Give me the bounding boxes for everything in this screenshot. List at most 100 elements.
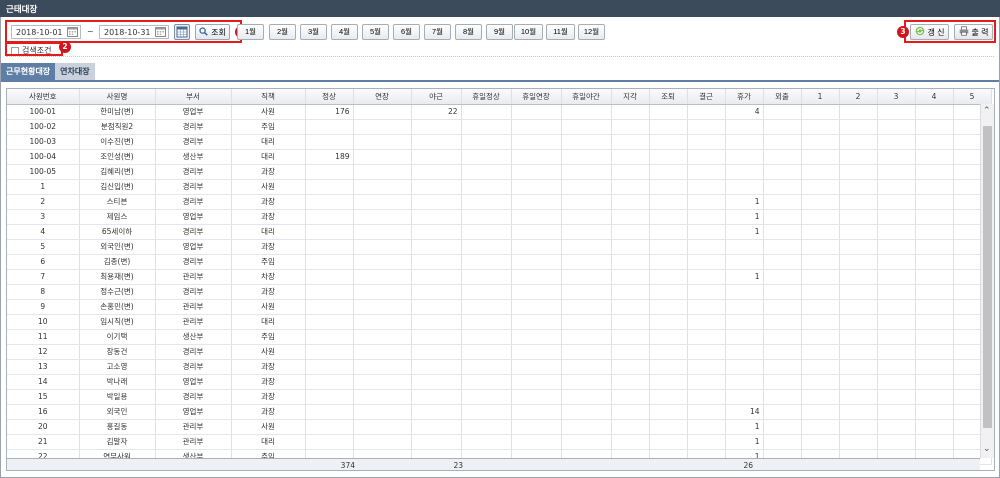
- cell-late[interactable]: [611, 209, 650, 225]
- column-header[interactable]: 결근: [687, 89, 726, 105]
- column-header[interactable]: 조퇴: [649, 89, 688, 105]
- cell-department[interactable]: 경리부: [155, 224, 232, 240]
- cell-night-work[interactable]: [411, 389, 462, 405]
- cell-outing[interactable]: [763, 194, 802, 210]
- cell-night-work[interactable]: [411, 284, 462, 300]
- cell-employee-name[interactable]: 최용재(변): [79, 269, 156, 285]
- cell-employee-no[interactable]: 10: [7, 314, 80, 330]
- cell-vacation[interactable]: 1: [725, 269, 764, 285]
- cell-night-work[interactable]: [411, 344, 462, 360]
- cell-normal-hours[interactable]: [305, 164, 354, 180]
- cell-early-leave[interactable]: [649, 194, 688, 210]
- cell-day-4[interactable]: [915, 329, 954, 345]
- cell-day-4[interactable]: [915, 374, 954, 390]
- cell-day-3[interactable]: [877, 179, 916, 195]
- cell-day-1[interactable]: [801, 389, 840, 405]
- cell-employee-no[interactable]: 7: [7, 269, 80, 285]
- cell-department[interactable]: 경리부: [155, 119, 232, 135]
- cell-night-work[interactable]: [411, 269, 462, 285]
- cell-holiday-normal[interactable]: [461, 179, 512, 195]
- cell-normal-hours[interactable]: [305, 329, 354, 345]
- cell-early-leave[interactable]: [649, 119, 688, 135]
- cell-holiday-night[interactable]: [561, 419, 612, 435]
- cell-vacation[interactable]: 14: [725, 404, 764, 420]
- table-row[interactable]: 11 이기택 생산부 주임: [7, 329, 992, 345]
- cell-outing[interactable]: [763, 419, 802, 435]
- cell-holiday-night[interactable]: [561, 179, 612, 195]
- cell-employee-name[interactable]: 한미남(변): [79, 104, 156, 120]
- table-row[interactable]: 6 김종(변) 경리부 주임: [7, 254, 992, 270]
- cell-holiday-night[interactable]: [561, 269, 612, 285]
- cell-employee-name[interactable]: 이수진(변): [79, 134, 156, 150]
- cell-employee-no[interactable]: 100-05: [7, 164, 80, 180]
- cell-outing[interactable]: [763, 389, 802, 405]
- cell-holiday-normal[interactable]: [461, 344, 512, 360]
- cell-overtime[interactable]: [353, 239, 412, 255]
- cell-employee-name[interactable]: 정수근(변): [79, 284, 156, 300]
- cell-night-work[interactable]: [411, 164, 462, 180]
- cell-overtime[interactable]: [353, 164, 412, 180]
- table-row[interactable]: 10 임시직(변) 관리부 대리: [7, 314, 992, 330]
- cell-employee-no[interactable]: 11: [7, 329, 80, 345]
- cell-holiday-night[interactable]: [561, 134, 612, 150]
- cell-night-work[interactable]: [411, 179, 462, 195]
- cell-holiday-overtime[interactable]: [511, 194, 562, 210]
- cell-absence[interactable]: [687, 254, 726, 270]
- cell-early-leave[interactable]: [649, 224, 688, 240]
- cell-vacation[interactable]: 1: [725, 419, 764, 435]
- cell-normal-hours[interactable]: [305, 389, 354, 405]
- cell-employee-name[interactable]: 손홍민(변): [79, 299, 156, 315]
- cell-holiday-overtime[interactable]: [511, 374, 562, 390]
- cell-day-3[interactable]: [877, 224, 916, 240]
- cell-late[interactable]: [611, 284, 650, 300]
- cell-day-4[interactable]: [915, 239, 954, 255]
- cell-day-2[interactable]: [839, 179, 878, 195]
- cell-department[interactable]: 영업부: [155, 239, 232, 255]
- cell-late[interactable]: [611, 419, 650, 435]
- month-button-2[interactable]: 2월: [269, 24, 296, 40]
- cell-holiday-normal[interactable]: [461, 404, 512, 420]
- cell-night-work[interactable]: [411, 419, 462, 435]
- cell-day-4[interactable]: [915, 119, 954, 135]
- cell-holiday-overtime[interactable]: [511, 254, 562, 270]
- cell-holiday-normal[interactable]: [461, 359, 512, 375]
- cell-holiday-night[interactable]: [561, 284, 612, 300]
- month-button-7[interactable]: 7월: [424, 24, 451, 40]
- cell-outing[interactable]: [763, 299, 802, 315]
- cell-day-3[interactable]: [877, 404, 916, 420]
- table-row[interactable]: 3 제임스 영업부 과장 1: [7, 209, 992, 225]
- cell-day-1[interactable]: [801, 404, 840, 420]
- cell-vacation[interactable]: 1: [725, 224, 764, 240]
- cell-department[interactable]: 생산부: [155, 149, 232, 165]
- cell-day-2[interactable]: [839, 299, 878, 315]
- cell-overtime[interactable]: [353, 149, 412, 165]
- cell-holiday-night[interactable]: [561, 374, 612, 390]
- cell-absence[interactable]: [687, 164, 726, 180]
- cell-normal-hours[interactable]: [305, 224, 354, 240]
- cell-night-work[interactable]: [411, 134, 462, 150]
- cell-holiday-night[interactable]: [561, 299, 612, 315]
- cell-employee-name[interactable]: 스티븐: [79, 194, 156, 210]
- cell-day-3[interactable]: [877, 314, 916, 330]
- column-header[interactable]: 직책: [231, 89, 306, 105]
- cell-employee-no[interactable]: 14: [7, 374, 80, 390]
- table-row[interactable]: 100-04 조인성(변) 생산부 대리 189: [7, 149, 992, 165]
- cell-day-2[interactable]: [839, 374, 878, 390]
- cell-outing[interactable]: [763, 254, 802, 270]
- cell-holiday-normal[interactable]: [461, 374, 512, 390]
- cell-day-2[interactable]: [839, 209, 878, 225]
- cell-day-4[interactable]: [915, 179, 954, 195]
- cell-absence[interactable]: [687, 224, 726, 240]
- cell-position[interactable]: 과장: [231, 284, 306, 300]
- cell-overtime[interactable]: [353, 344, 412, 360]
- cell-normal-hours[interactable]: [305, 419, 354, 435]
- cell-holiday-night[interactable]: [561, 224, 612, 240]
- cell-department[interactable]: 경리부: [155, 194, 232, 210]
- cell-vacation[interactable]: 1: [725, 209, 764, 225]
- column-header[interactable]: 사원번호: [7, 89, 80, 105]
- cell-holiday-overtime[interactable]: [511, 209, 562, 225]
- cell-holiday-night[interactable]: [561, 329, 612, 345]
- cell-day-2[interactable]: [839, 419, 878, 435]
- cell-day-4[interactable]: [915, 299, 954, 315]
- cell-vacation[interactable]: [725, 164, 764, 180]
